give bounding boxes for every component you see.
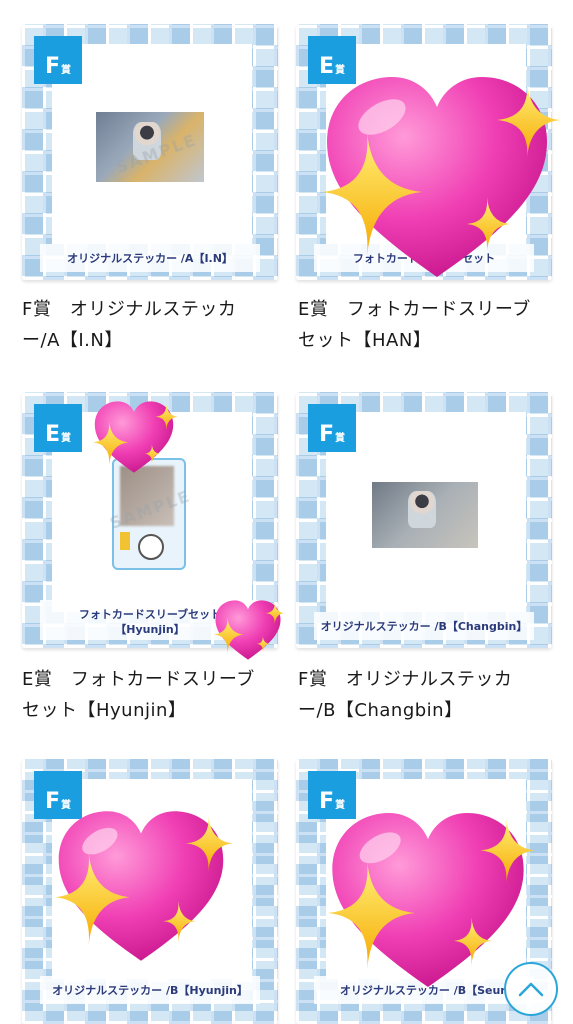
item-label-line2: ー/B【Changbin】	[298, 700, 463, 721]
prize-card-f-hyunjin[interactable]: F賞 オリジナルステッカー /B【Hyunjin】	[22, 759, 278, 1024]
card-caption-2: 【Hyunjin】	[115, 623, 185, 636]
item-label-line2: セット【HAN】	[298, 330, 432, 351]
prize-badge: F賞	[34, 36, 82, 84]
card-inner	[326, 44, 526, 244]
item-label-line1: E賞 フォトカードスリーブ	[298, 299, 531, 320]
item-label-line1: F賞 オリジナルステッカ	[298, 669, 513, 690]
item-label-line2: セット【Hyunjin】	[22, 700, 187, 721]
prize-badge: F賞	[308, 771, 356, 819]
prize-badge: E賞	[34, 404, 82, 452]
prize-badge: F賞	[308, 404, 356, 452]
card-inner	[52, 779, 252, 979]
character-icon	[138, 534, 164, 560]
sticker-photo	[372, 482, 478, 548]
prize-card-f-changbin[interactable]: F賞 オリジナルステッカー /B【Changbin】	[296, 392, 552, 648]
card-caption: フォトカードスリーブセット	[78, 608, 222, 621]
card-inner	[326, 779, 526, 979]
prize-card-f-in[interactable]: F賞 SAMPLE オリジナルステッカー /A【I.N】	[22, 24, 278, 280]
prize-card-e-han[interactable]: E賞 フォトカードスリーブセット	[296, 24, 552, 280]
prize-badge: E賞	[308, 36, 356, 84]
scroll-to-top-button[interactable]	[504, 962, 558, 1016]
card-caption: オリジナルステッカー /B【Changbin】	[320, 620, 528, 633]
prize-card-e-hyunjin[interactable]: E賞 SAMPLE フォトカードスリーブセット 【Hyunjin】	[22, 392, 278, 648]
sleeve-tag	[120, 532, 130, 550]
item-label-line1: E賞 フォトカードスリーブ	[22, 669, 255, 690]
card-caption: オリジナルステッカー /B【Hyunjin】	[52, 984, 248, 997]
prize-badge: F賞	[34, 771, 82, 819]
card-caption: フォトカードスリーブセット	[352, 252, 496, 265]
item-label[interactable]: E賞 フォトカードスリーブ セット【Hyunjin】	[22, 664, 255, 726]
item-label[interactable]: E賞 フォトカードスリーブ セット【HAN】	[298, 294, 531, 356]
item-label-line1: F賞 オリジナルステッカ	[22, 299, 237, 320]
item-label-line2: ー/A【I.N】	[22, 330, 123, 351]
chevron-up-icon	[518, 982, 544, 997]
item-label[interactable]: F賞 オリジナルステッカ ー/A【I.N】	[22, 294, 236, 356]
item-label[interactable]: F賞 オリジナルステッカ ー/B【Changbin】	[298, 664, 512, 726]
card-caption: オリジナルステッカー /A【I.N】	[67, 252, 233, 265]
